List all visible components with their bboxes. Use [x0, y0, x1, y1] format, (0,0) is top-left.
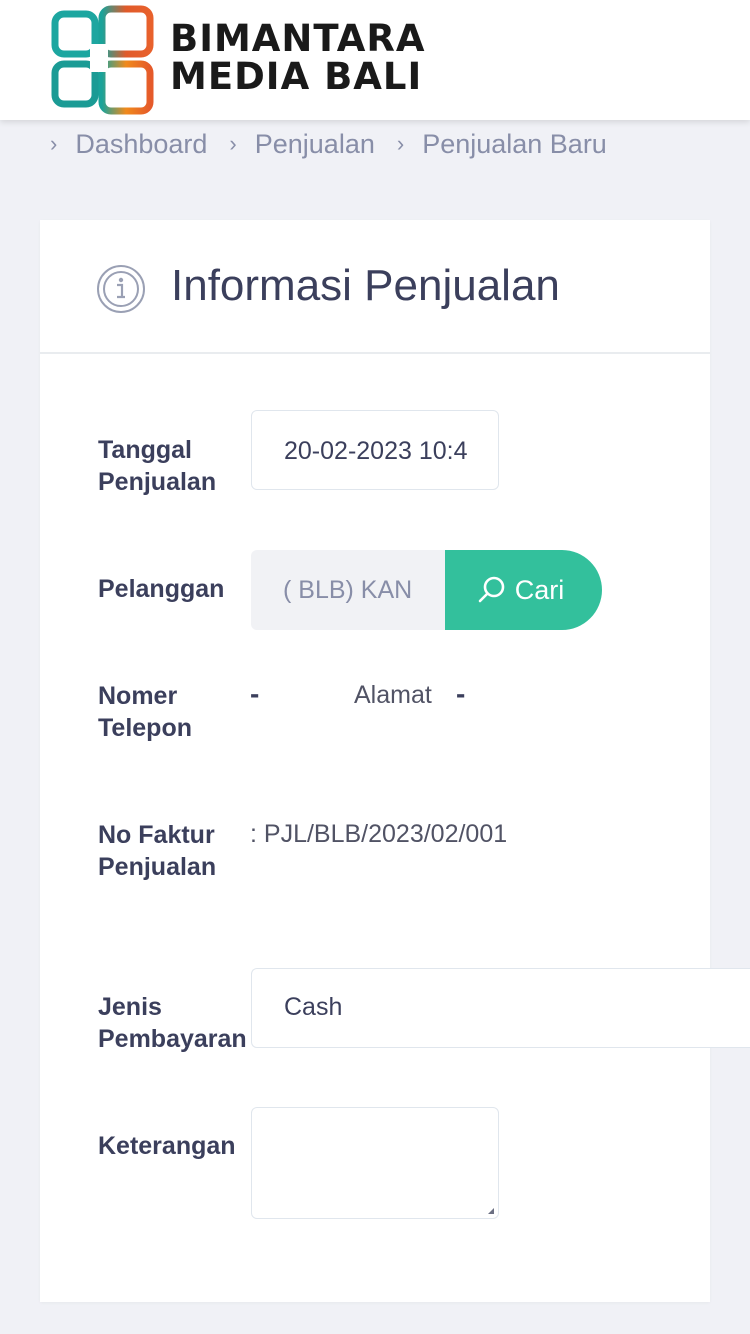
pembayaran-select[interactable]: Cash [251, 968, 750, 1048]
brand-logo[interactable]: BIMANTARA MEDIA BALI [50, 4, 430, 116]
pelanggan-label: Pelanggan [98, 575, 225, 603]
pelanggan-input[interactable]: ( BLB) KAN [251, 550, 447, 630]
tanggal-label: Tanggal Penjualan [98, 436, 217, 496]
cari-button[interactable]: Cari [445, 550, 602, 630]
keterangan-textarea[interactable] [251, 1107, 499, 1219]
keterangan-label: Keterangan [98, 1132, 236, 1160]
pelanggan-value: ( BLB) KAN [283, 576, 413, 604]
chevron-right-icon: › [50, 131, 58, 156]
brand-name: BIMANTARA MEDIA BALI [170, 20, 426, 96]
brand-name-line1: BIMANTARA [170, 17, 426, 60]
search-icon [478, 576, 505, 603]
breadcrumb-label: Penjualan [254, 128, 375, 159]
info-circle-icon [97, 265, 145, 313]
card-header: Informasi Penjualan [40, 220, 710, 354]
chevron-right-icon: › [396, 131, 405, 156]
app-header: BIMANTARA MEDIA BALI [0, 0, 750, 120]
faktur-label: No Faktur Penjualan [98, 821, 217, 881]
alamat-label: Alamat [354, 681, 432, 709]
alamat-value: - [456, 678, 466, 709]
breadcrumb-item-penjualan-baru: › Penjualan Baru [397, 129, 607, 160]
chevron-right-icon: › [229, 131, 237, 156]
breadcrumb-item-dashboard[interactable]: › Dashboard [50, 129, 207, 160]
faktur-value: : PJL/BLB/2023/02/001 [250, 820, 508, 848]
breadcrumb-label: Dashboard [75, 128, 208, 159]
card-title: Informasi Penjualan [171, 261, 560, 310]
resize-grip-icon[interactable] [488, 1208, 494, 1214]
tanggal-value: 20-02-2023 10:4 [284, 437, 468, 465]
telepon-value: - [250, 678, 260, 709]
brand-logo-mark-icon [51, 5, 154, 115]
cari-label: Cari [514, 574, 565, 605]
breadcrumb-label: Penjualan Baru [422, 128, 607, 159]
breadcrumb: › Dashboard › Penjualan › Penjualan Baru [50, 124, 629, 164]
pembayaran-value: Cash [284, 993, 343, 1021]
telepon-label: Nomer Telepon [98, 682, 192, 742]
sales-info-card: Informasi Penjualan Tanggal Penjualan 20… [40, 220, 750, 1302]
pembayaran-label: Jenis Pembayaran [98, 993, 247, 1053]
tanggal-input[interactable]: 20-02-2023 10:4 [251, 410, 499, 490]
breadcrumb-item-penjualan[interactable]: › Penjualan [229, 129, 374, 160]
brand-name-line2: MEDIA BALI [170, 55, 423, 98]
